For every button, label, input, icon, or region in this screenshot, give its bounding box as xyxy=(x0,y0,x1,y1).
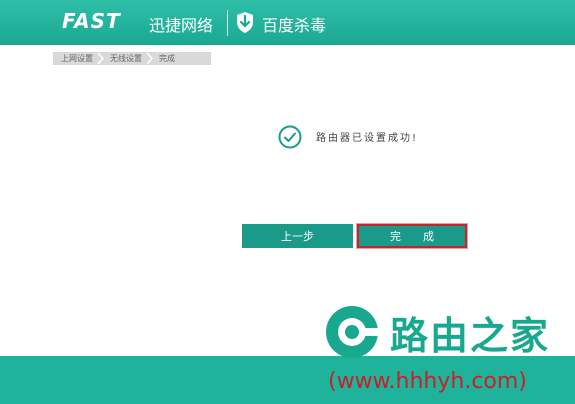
breadcrumb-item-internet[interactable]: 上网设置 xyxy=(53,52,105,65)
check-circle-icon xyxy=(278,125,302,149)
watermark-title: 路由之家 xyxy=(390,314,551,358)
brand-logo-text: FAST xyxy=(62,9,121,33)
breadcrumb-label: 上网设置 xyxy=(61,54,93,63)
breadcrumb: 上网设置 无线设置 完成 xyxy=(53,52,211,65)
breadcrumb-label: 完成 xyxy=(159,54,175,63)
breadcrumb-item-done: 完成 xyxy=(151,52,184,65)
previous-step-button[interactable]: 上一步 xyxy=(242,224,353,248)
shield-icon xyxy=(237,12,253,33)
antivirus-label: 百度杀毒 xyxy=(262,16,327,35)
finish-button-label: 完成 xyxy=(390,231,456,243)
finish-button[interactable]: 完成 xyxy=(356,223,468,249)
breadcrumb-item-wireless[interactable]: 无线设置 xyxy=(102,52,154,65)
watermark-logo-icon xyxy=(326,306,382,358)
breadcrumb-label: 无线设置 xyxy=(110,54,142,63)
top-header: FAST 迅捷网络 百度杀毒 xyxy=(0,0,575,45)
success-message: 路由器已设置成功! xyxy=(316,133,419,144)
watermark-url: (www.hhhyh.com) xyxy=(328,369,527,394)
brand-name: 迅捷网络 xyxy=(149,16,214,35)
header-divider xyxy=(227,10,228,36)
